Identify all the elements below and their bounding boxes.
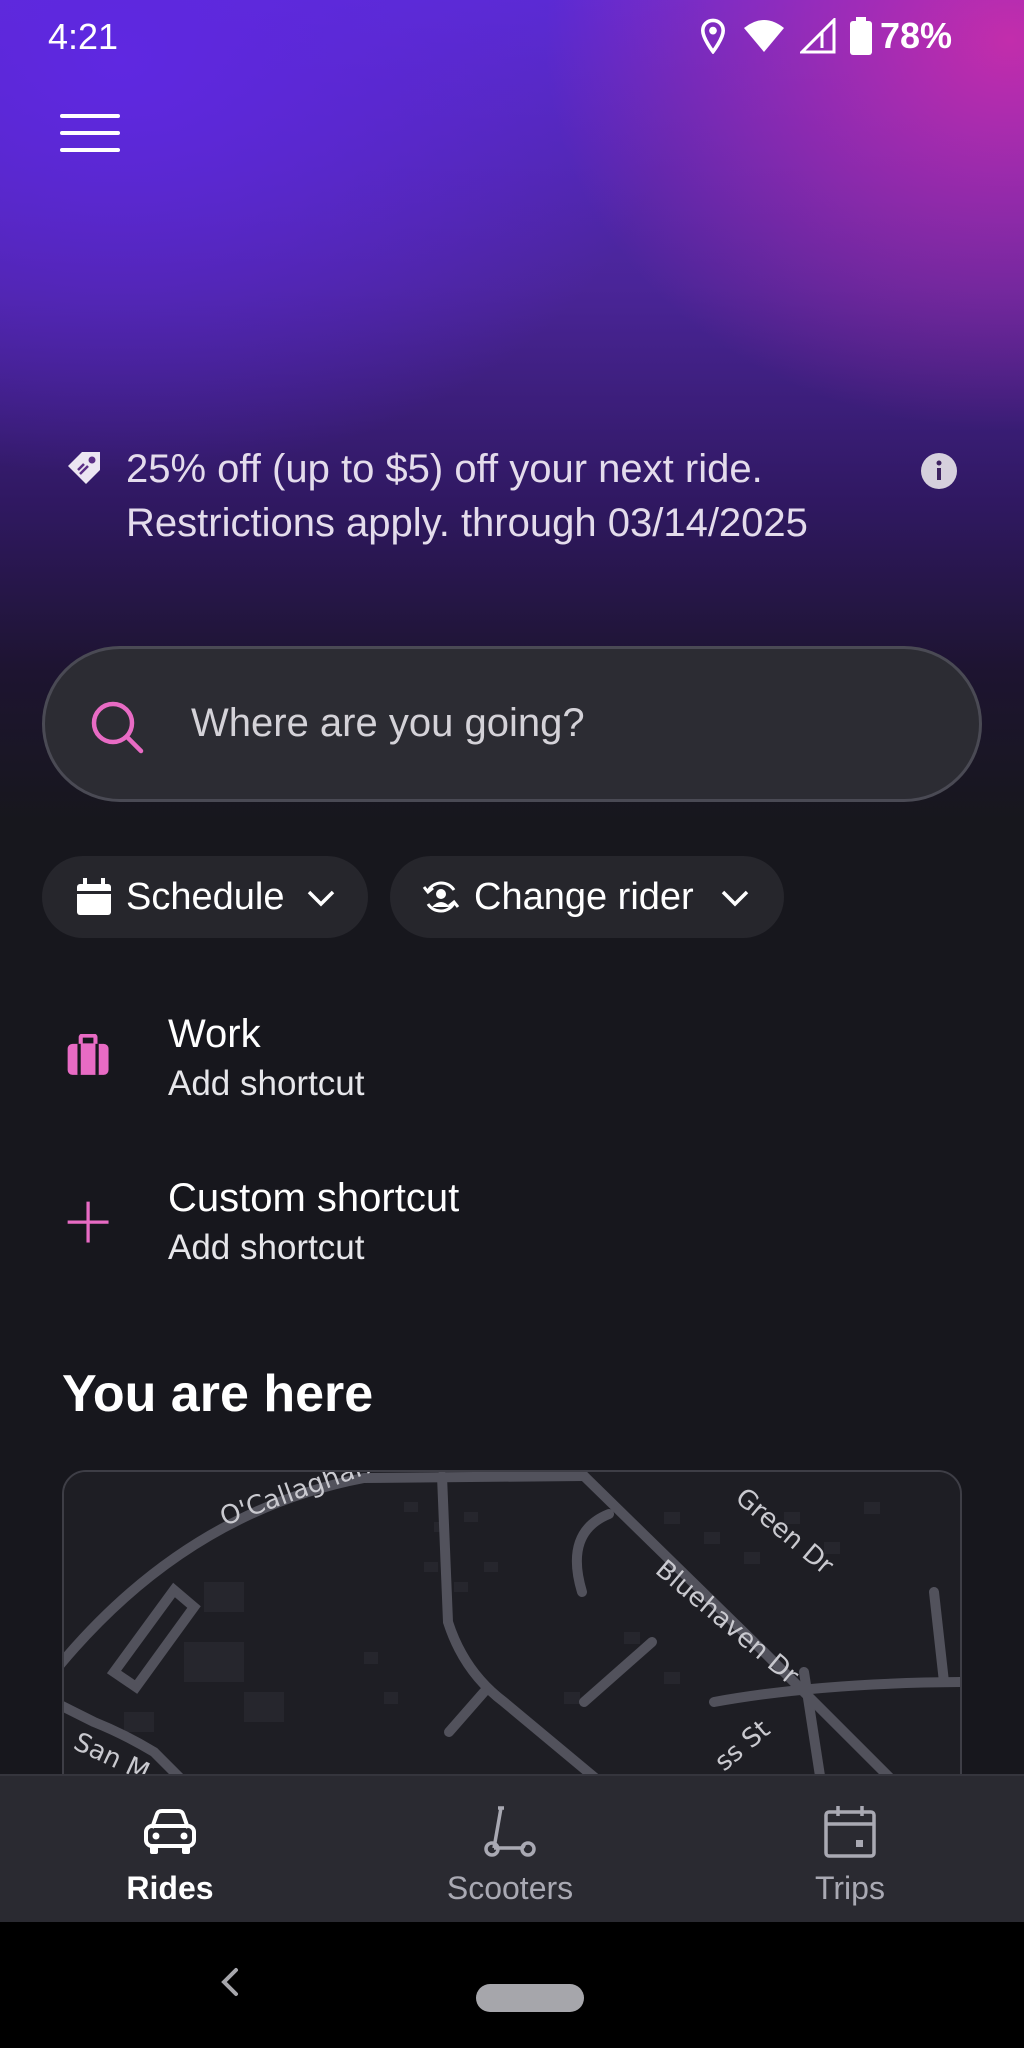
section-title: You are here (62, 1365, 374, 1423)
briefcase-icon (67, 1034, 109, 1075)
shortcut-subtitle: Add shortcut (168, 1228, 365, 1267)
bottom-nav: Rides Scooters Trips (0, 1774, 1024, 1922)
nav-label: Rides (126, 1870, 214, 1906)
wifi-icon (743, 20, 784, 52)
change-rider-button[interactable]: Change rider (390, 856, 784, 938)
calendar-icon (824, 1806, 876, 1858)
promo-text: 25% off (up to $5) off your next ride. R… (126, 447, 808, 545)
schedule-button[interactable]: Schedule (42, 856, 368, 938)
home-pill[interactable] (476, 1984, 584, 2012)
status-time: 4:21 (48, 16, 119, 57)
shortcut-subtitle: Add shortcut (168, 1064, 365, 1103)
switch-rider-icon (422, 881, 460, 913)
system-nav-bar (0, 1922, 1024, 2048)
chevron-down-icon (721, 890, 749, 907)
destination-search[interactable]: Where are you going? (42, 646, 982, 802)
nav-item-trips[interactable]: Trips (680, 1776, 1020, 1924)
shortcut-title: Work (168, 1012, 261, 1056)
tag-icon (68, 452, 100, 484)
cell-signal-icon (799, 18, 836, 54)
shortcut-title: Custom shortcut (168, 1176, 460, 1220)
nav-item-rides[interactable]: Rides (0, 1776, 340, 1924)
schedule-label: Schedule (126, 876, 285, 918)
status-bar: 4:21 78% (0, 0, 1024, 72)
location-map[interactable]: O'Callaghan Dr Bluehaven Dr Green Dr San… (62, 1470, 962, 1790)
car-icon (144, 1809, 196, 1854)
battery-icon (849, 17, 872, 55)
search-placeholder: Where are you going? (191, 701, 585, 745)
nav-item-scooters[interactable]: Scooters (340, 1776, 680, 1924)
chevron-down-icon (307, 890, 335, 907)
plus-icon (67, 1201, 109, 1243)
back-icon[interactable] (210, 1962, 250, 2002)
nav-label: Trips (815, 1870, 885, 1906)
map-canvas: O'Callaghan Dr Bluehaven Dr Green Dr San… (64, 1472, 960, 1788)
hamburger-icon (60, 114, 120, 118)
shortcut-custom[interactable]: Custom shortcut Add shortcut (60, 1176, 960, 1276)
info-icon[interactable] (920, 452, 958, 490)
battery-percent: 78% (879, 15, 952, 56)
change-rider-label: Change rider (474, 876, 694, 918)
menu-button[interactable] (60, 114, 120, 158)
location-icon (700, 18, 725, 54)
nav-label: Scooters (446, 1870, 574, 1906)
search-icon (91, 701, 144, 754)
calendar-icon (77, 878, 111, 915)
shortcut-work[interactable]: Work Add shortcut (60, 1012, 960, 1112)
scooter-icon (484, 1806, 536, 1857)
